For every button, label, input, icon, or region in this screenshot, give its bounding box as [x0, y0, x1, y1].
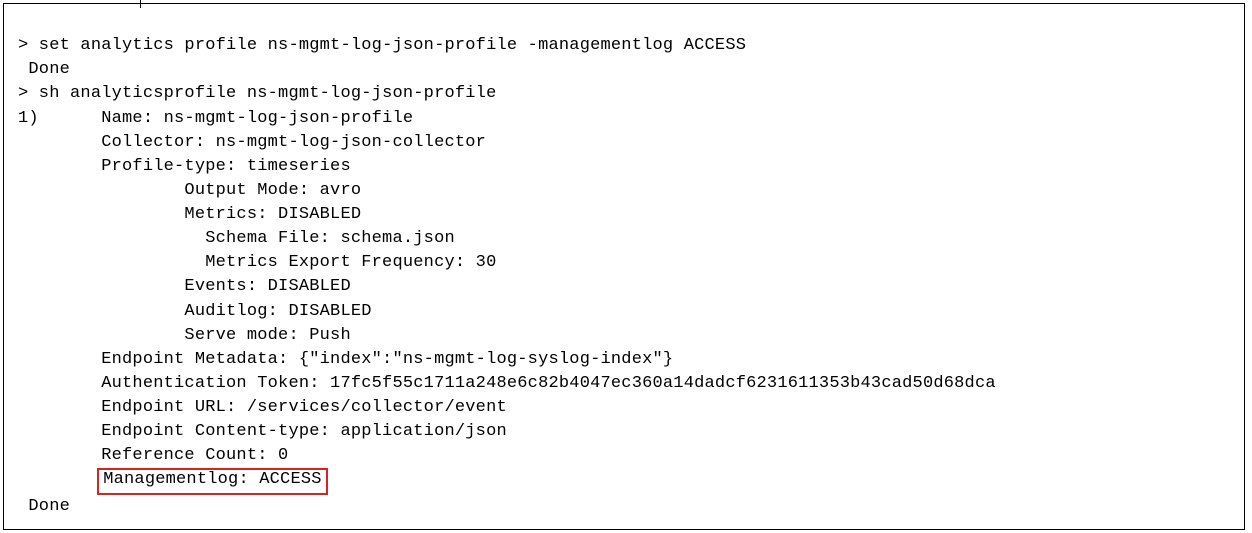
field-profile-type: Profile-type: timeseries	[18, 157, 351, 176]
field-metrics-freq: Metrics Export Frequency: 30	[18, 253, 496, 272]
text-cursor	[140, 0, 141, 8]
field-content-type: Endpoint Content-type: application/json	[18, 422, 507, 441]
command-1: set analytics profile ns-mgmt-log-json-p…	[28, 36, 746, 55]
field-name: Name: ns-mgmt-log-json-profile	[39, 109, 413, 128]
field-reference-count: Reference Count: 0	[18, 446, 288, 465]
field-endpoint-url: Endpoint URL: /services/collector/event	[18, 398, 507, 417]
field-auditlog: Auditlog: DISABLED	[18, 302, 372, 321]
terminal-output: > set analytics profile ns-mgmt-log-json…	[3, 3, 1245, 530]
field-output-mode: Output Mode: avro	[18, 181, 361, 200]
command-2: sh analyticsprofile ns-mgmt-log-json-pro…	[28, 84, 496, 103]
field-metrics: Metrics: DISABLED	[18, 205, 361, 224]
prompt-2[interactable]: >	[18, 84, 28, 103]
prompt-1[interactable]: >	[18, 36, 28, 55]
field-collector: Collector: ns-mgmt-log-json-collector	[18, 133, 486, 152]
field-serve-mode: Serve mode: Push	[18, 326, 351, 345]
result-1: Done	[18, 60, 70, 79]
field-events: Events: DISABLED	[18, 277, 351, 296]
mgmtlog-indent	[18, 470, 101, 489]
field-endpoint-metadata: Endpoint Metadata: {"index":"ns-mgmt-log…	[18, 350, 673, 369]
field-schema-file: Schema File: schema.json	[18, 229, 455, 248]
item-index: 1)	[18, 109, 39, 128]
result-2: Done	[18, 497, 70, 516]
field-auth-token: Authentication Token: 17fc5f55c1711a248e…	[18, 374, 996, 393]
field-managementlog-highlighted: Managementlog: ACCESS	[97, 468, 327, 494]
